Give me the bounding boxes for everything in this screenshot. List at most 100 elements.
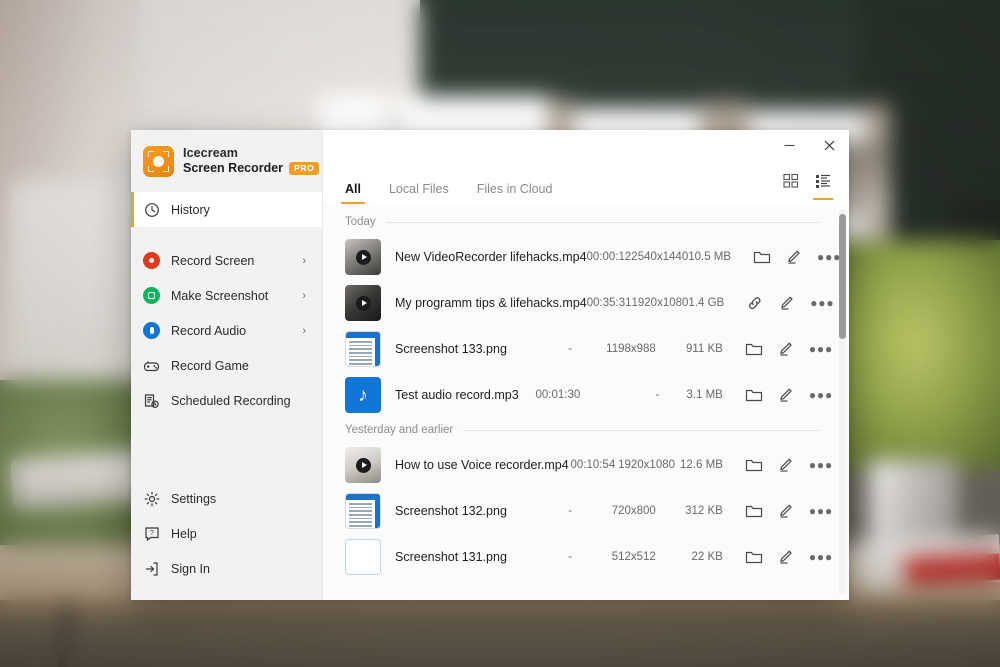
file-resolution: 1920x1080 bbox=[615, 459, 675, 471]
open-folder-button[interactable] bbox=[745, 387, 763, 403]
more-options-button[interactable]: ●●● bbox=[809, 389, 833, 401]
folder-icon bbox=[745, 387, 763, 403]
file-size: 1.4 GB bbox=[688, 297, 724, 309]
file-resolution: 1920x1080 bbox=[632, 297, 689, 309]
camera-icon bbox=[143, 287, 160, 304]
scrollbar-thumb[interactable] bbox=[839, 214, 846, 339]
group-title: Yesterday and earlier bbox=[345, 424, 453, 436]
edit-button[interactable] bbox=[777, 503, 795, 519]
sidebar-item-label: Make Screenshot bbox=[171, 289, 268, 303]
file-resolution: 1198x988 bbox=[572, 343, 656, 355]
edit-button[interactable] bbox=[785, 249, 803, 265]
file-resolution: 2540x1440 bbox=[631, 251, 688, 263]
file-row[interactable]: New VideoRecorder lifehacks.mp400:00:122… bbox=[323, 234, 849, 280]
tab-bar: All Local Files Files in Cloud bbox=[323, 166, 849, 204]
copy-link-button[interactable] bbox=[746, 295, 764, 311]
clock-icon bbox=[143, 201, 160, 218]
more-options-button[interactable]: ●●● bbox=[817, 251, 841, 263]
sidebar-item-scheduled-recording[interactable]: Scheduled Recording bbox=[131, 383, 322, 418]
open-folder-button[interactable] bbox=[745, 341, 763, 357]
sidebar-item-sign-in[interactable]: Sign In bbox=[131, 551, 322, 586]
chevron-right-icon: › bbox=[302, 255, 306, 267]
folder-icon bbox=[745, 457, 763, 473]
sidebar-item-history[interactable]: History bbox=[131, 192, 322, 227]
brand-name-line2: Screen Recorder bbox=[183, 161, 283, 176]
sidebar-nav: HistoryRecord Screen›Make Screenshot›Rec… bbox=[131, 192, 322, 418]
minimize-icon bbox=[783, 139, 796, 152]
pencil-icon bbox=[777, 341, 795, 357]
tab-local-files[interactable]: Local Files bbox=[389, 182, 449, 204]
sidebar-item-help[interactable]: ?Help bbox=[131, 516, 322, 551]
edit-button[interactable] bbox=[778, 295, 796, 311]
sidebar-item-label: Record Game bbox=[171, 359, 249, 373]
camera-icon bbox=[143, 287, 160, 304]
brand-name-line1: Icecream bbox=[183, 146, 319, 161]
sign-in-icon bbox=[143, 560, 160, 577]
sidebar-item-label: History bbox=[171, 203, 210, 217]
help-icon: ? bbox=[143, 525, 160, 542]
file-thumbnail bbox=[345, 239, 381, 275]
pencil-icon bbox=[778, 295, 796, 311]
edit-button[interactable] bbox=[777, 387, 795, 403]
file-row[interactable]: Screenshot 133.png-1198x988911 KB●●● bbox=[323, 326, 849, 372]
row-actions: ●●● bbox=[753, 249, 841, 265]
pencil-icon bbox=[777, 549, 795, 565]
open-folder-button[interactable] bbox=[745, 503, 763, 519]
main-panel: All Local Files Files in Cloud bbox=[323, 130, 849, 600]
folder-icon bbox=[745, 341, 763, 357]
sign-in-icon bbox=[144, 561, 160, 577]
play-icon bbox=[356, 250, 371, 265]
open-folder-button[interactable] bbox=[753, 249, 771, 265]
file-resolution: 512x512 bbox=[572, 551, 656, 563]
sidebar: Icecream Screen Recorder PRO History Reco… bbox=[131, 130, 323, 600]
file-duration: - bbox=[507, 505, 572, 517]
pro-badge: PRO bbox=[289, 162, 319, 175]
file-thumbnail bbox=[345, 285, 381, 321]
scrollbar-track[interactable] bbox=[839, 210, 846, 594]
view-toggle bbox=[783, 173, 831, 204]
file-size: 312 KB bbox=[656, 505, 723, 517]
file-row[interactable]: ♪Test audio record.mp300:01:30-3.1 MB●●● bbox=[323, 372, 849, 418]
row-actions: ●●● bbox=[745, 549, 833, 565]
group-header: Today bbox=[323, 210, 849, 234]
file-thumbnail bbox=[345, 331, 381, 367]
minimize-button[interactable] bbox=[769, 130, 809, 160]
more-options-button[interactable]: ●●● bbox=[809, 505, 833, 517]
more-options-button[interactable]: ●●● bbox=[809, 343, 833, 355]
file-row[interactable]: My programm tips & lifehacks.mp400:35:31… bbox=[323, 280, 849, 326]
pencil-icon bbox=[785, 249, 803, 265]
edit-button[interactable] bbox=[777, 457, 795, 473]
pencil-icon bbox=[777, 503, 795, 519]
sidebar-item-record-game[interactable]: Record Game bbox=[131, 348, 322, 383]
file-duration: - bbox=[507, 343, 572, 355]
tab-all[interactable]: All bbox=[345, 182, 361, 204]
file-size: 12.6 MB bbox=[675, 459, 723, 471]
more-options-button[interactable]: ●●● bbox=[810, 297, 834, 309]
tab-files-in-cloud[interactable]: Files in Cloud bbox=[477, 182, 553, 204]
sidebar-item-record-screen[interactable]: Record Screen › bbox=[131, 243, 322, 278]
file-row[interactable]: Screenshot 131.png-512x51222 KB●●● bbox=[323, 534, 849, 580]
sidebar-item-record-audio[interactable]: Record Audio› bbox=[131, 313, 322, 348]
sidebar-item-label: Record Screen bbox=[171, 254, 254, 268]
sidebar-item-make-screenshot[interactable]: Make Screenshot› bbox=[131, 278, 322, 313]
grid-view-button[interactable] bbox=[783, 173, 799, 198]
open-folder-button[interactable] bbox=[745, 457, 763, 473]
file-row[interactable]: Screenshot 132.png-720x800312 KB●●● bbox=[323, 488, 849, 534]
gamepad-icon bbox=[143, 358, 160, 374]
group-divider bbox=[386, 222, 821, 223]
sidebar-item-settings[interactable]: Settings bbox=[131, 481, 322, 516]
app-logo-icon bbox=[143, 146, 174, 177]
open-folder-button[interactable] bbox=[745, 549, 763, 565]
schedule-icon bbox=[143, 392, 160, 409]
more-options-button[interactable]: ●●● bbox=[809, 459, 833, 471]
file-name: How to use Voice recorder.mp4 bbox=[395, 458, 569, 472]
close-button[interactable] bbox=[809, 130, 849, 160]
row-actions: ●●● bbox=[745, 457, 833, 473]
app-window: Icecream Screen Recorder PRO History Reco… bbox=[131, 130, 849, 600]
edit-button[interactable] bbox=[777, 341, 795, 357]
more-options-button[interactable]: ●●● bbox=[809, 551, 833, 563]
edit-button[interactable] bbox=[777, 549, 795, 565]
file-duration: - bbox=[507, 551, 572, 563]
list-view-button[interactable] bbox=[815, 173, 831, 198]
file-row[interactable]: How to use Voice recorder.mp400:10:54192… bbox=[323, 442, 849, 488]
